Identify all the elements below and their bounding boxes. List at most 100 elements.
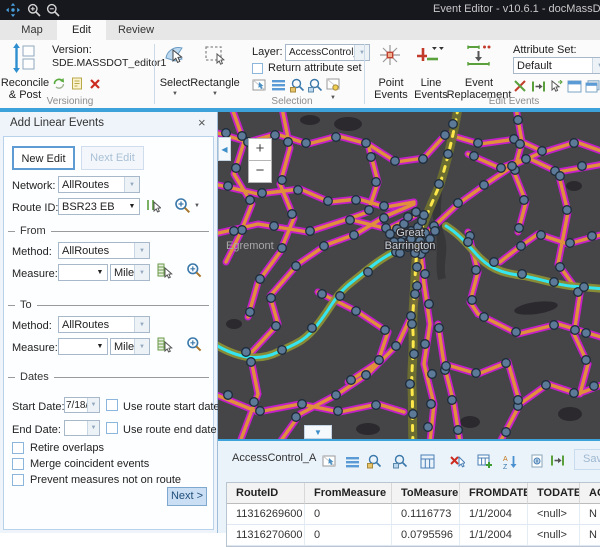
attribute-set-combobox[interactable]: Default ▼ (513, 57, 600, 74)
rectangle-dropdown-icon[interactable]: ▼ (212, 91, 218, 97)
from-method-dropdown-icon[interactable]: ▼ (134, 243, 149, 258)
merge-events-icon[interactable] (531, 80, 546, 93)
map-viewport[interactable]: Egremont Great Barrington ◀ + − ▼ (218, 112, 600, 439)
col-tomeasure[interactable]: ToMeasure (392, 483, 460, 504)
route-zoom-icon[interactable] (174, 197, 191, 214)
table-row[interactable]: 11316270600 (227, 525, 305, 546)
route-zoom-dropdown-icon[interactable]: ▼ (194, 203, 200, 209)
line-events-icon[interactable] (415, 43, 445, 67)
collapse-panel-icon[interactable]: ◀ (218, 137, 231, 161)
rectangle-button[interactable]: Rectangle (189, 77, 241, 89)
reconcile-post-icon[interactable] (12, 43, 38, 73)
rectangle-select-icon[interactable] (203, 43, 227, 67)
attribute-set-label: Attribute Set: (513, 44, 577, 56)
save-button[interactable]: Save (574, 449, 600, 470)
table-tab-accesscontrol[interactable]: AccessControl_A (232, 452, 316, 464)
layer-dropdown-icon[interactable]: ▼ (354, 45, 369, 60)
table-list-icon[interactable] (345, 456, 360, 468)
table-row[interactable]: 11316269600 (227, 504, 305, 525)
table-delete-selected-icon[interactable] (450, 454, 465, 468)
table-pan-selected-icon[interactable] (393, 454, 408, 469)
use-route-end-date-checkbox[interactable] (106, 422, 118, 434)
zoom-out-icon[interactable] (46, 3, 60, 17)
panel-title: Add Linear Events (10, 117, 104, 129)
table-sort-icon[interactable]: AZ (503, 454, 518, 469)
from-unit-dropdown-icon[interactable]: ▼ (134, 265, 149, 280)
pan-to-selected-icon[interactable] (308, 78, 323, 93)
col-routeid[interactable]: RouteID (227, 483, 305, 504)
table-merge-icon[interactable] (550, 454, 565, 467)
network-combobox[interactable]: AllRoutes ▼ (58, 176, 140, 193)
to-unit-combobox[interactable]: Miles ▼ (110, 338, 150, 355)
route-id-dropdown-icon[interactable]: ▼ (125, 199, 139, 214)
pan-icon[interactable] (6, 3, 20, 17)
tab-edit[interactable]: Edit (57, 20, 106, 40)
table-calculator-icon[interactable] (420, 454, 435, 469)
line-events-wrap[interactable]: Point Events (372, 77, 410, 101)
use-route-start-date-checkbox[interactable] (106, 399, 118, 411)
col-access[interactable]: AC (580, 483, 600, 504)
line-events-button[interactable]: Line Events (413, 77, 449, 101)
route-id-combobox[interactable]: BSR23 EB ▼ (58, 198, 140, 215)
list-icon[interactable] (271, 79, 286, 91)
map-zoom-out-button[interactable]: − (248, 160, 272, 183)
attribute-window-icon[interactable] (567, 80, 582, 93)
from-measure-combobox[interactable]: ▼ (58, 264, 108, 281)
collapse-table-icon[interactable]: ▼ (304, 425, 332, 439)
select-icon[interactable] (163, 43, 187, 67)
point-events-icon[interactable] (378, 43, 402, 67)
table-identify-icon[interactable] (530, 454, 545, 468)
next-edit-button[interactable]: Next Edit (81, 146, 144, 170)
return-attribute-set-checkbox[interactable] (252, 63, 263, 74)
merge-coincident-events-checkbox[interactable] (12, 458, 24, 470)
table-select-features-icon[interactable] (322, 454, 337, 468)
next-button[interactable]: Next > (167, 487, 207, 506)
to-unit-dropdown-icon[interactable]: ▼ (134, 339, 149, 354)
start-date-dropdown-icon[interactable]: ▼ (87, 398, 99, 412)
from-measure-pick-icon[interactable] (157, 263, 173, 279)
tab-map[interactable]: Map (8, 20, 56, 40)
attribute-set-value: Default (514, 60, 592, 72)
snap-events-icon[interactable] (549, 80, 563, 93)
end-date-dropdown-icon[interactable]: ▼ (87, 421, 99, 435)
delete-version-icon[interactable] (89, 78, 101, 90)
start-date-combobox[interactable]: 7/18/ ▼ (64, 397, 100, 413)
close-icon[interactable]: × (198, 115, 206, 130)
selectable-layers-icon[interactable] (326, 78, 341, 92)
add-linear-events-panel: Add Linear Events × New Edit Next Edit N… (0, 112, 218, 533)
prevent-measures-checkbox[interactable] (12, 474, 24, 486)
map-zoom-in-button[interactable]: + (248, 138, 272, 161)
new-edit-button[interactable]: New Edit (12, 146, 75, 170)
to-measure-combobox[interactable]: ▼ (58, 338, 108, 355)
to-method-combobox[interactable]: AllRoutes ▼ (58, 316, 150, 333)
version-refresh-icon[interactable] (52, 77, 66, 90)
from-measure-dropdown-icon[interactable]: ▼ (93, 265, 107, 280)
layer-combobox[interactable]: AccessControl_A ▼ (285, 44, 370, 61)
col-frommeasure[interactable]: FromMeasure (305, 483, 392, 504)
to-measure-pick-icon[interactable] (157, 337, 173, 353)
to-method-dropdown-icon[interactable]: ▼ (134, 317, 149, 332)
zoom-to-selected-icon[interactable] (290, 78, 305, 93)
select-route-on-map-icon[interactable] (146, 198, 161, 213)
from-zoom-icon[interactable] (186, 262, 202, 278)
table-add-record-icon[interactable] (477, 454, 493, 469)
col-todate[interactable]: TODATE (528, 483, 580, 504)
from-unit-combobox[interactable]: Miles ▼ (110, 264, 150, 281)
attribute-set-dropdown-icon[interactable]: ▼ (592, 58, 600, 73)
to-zoom-icon[interactable] (186, 336, 202, 352)
zoom-in-icon[interactable] (27, 3, 41, 17)
network-dropdown-icon[interactable]: ▼ (124, 177, 139, 192)
select-features-icon[interactable] (252, 78, 267, 92)
to-measure-dropdown-icon[interactable]: ▼ (93, 339, 107, 354)
split-event-icon[interactable] (513, 80, 527, 93)
col-fromdate[interactable]: FROMDATE (460, 483, 528, 504)
select-dropdown-icon[interactable]: ▼ (172, 91, 178, 97)
end-date-combobox[interactable]: ▼ (64, 420, 100, 436)
event-replacement-icon[interactable] (466, 44, 492, 66)
from-method-combobox[interactable]: AllRoutes ▼ (58, 242, 150, 259)
retire-overlaps-checkbox[interactable] (12, 442, 24, 454)
version-properties-icon[interactable] (71, 77, 84, 90)
copy-attributes-icon[interactable] (585, 80, 600, 93)
tab-review[interactable]: Review (107, 20, 165, 40)
table-zoom-selected-icon[interactable] (367, 454, 382, 469)
